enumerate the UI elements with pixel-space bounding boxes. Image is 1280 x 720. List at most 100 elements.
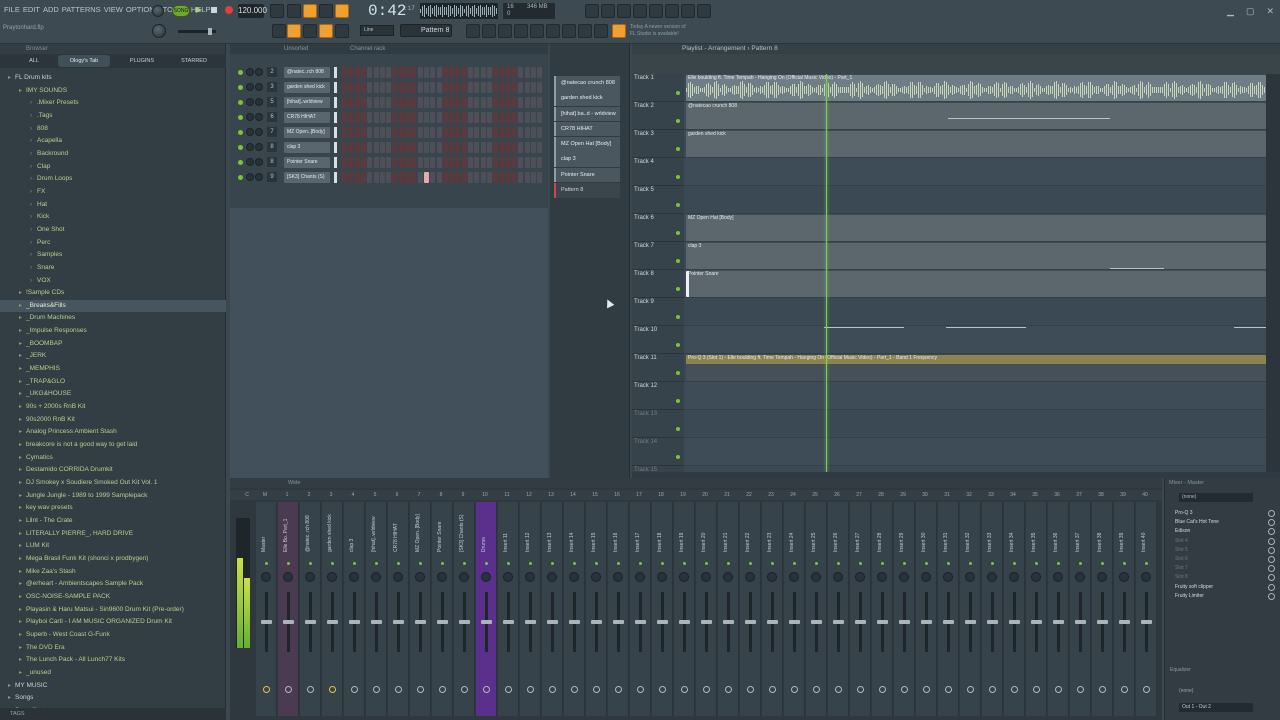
mixer-pan-knob[interactable] (283, 572, 293, 582)
mixer-strip[interactable]: Insert 39 (1114, 502, 1135, 716)
step-button[interactable] (512, 127, 518, 138)
mixer-strip[interactable]: Insert 14 (564, 502, 585, 716)
step-button[interactable] (455, 97, 461, 108)
clip-pattern-track-3[interactable]: garden shed kick (686, 131, 1266, 157)
step-button[interactable] (449, 142, 455, 153)
step-button[interactable] (379, 67, 385, 78)
chat-icon[interactable] (681, 4, 695, 18)
mixer-pan-knob[interactable] (1119, 572, 1129, 582)
panic-icon[interactable] (601, 4, 615, 18)
mixer-strip-led[interactable] (881, 562, 884, 565)
step-button[interactable] (423, 157, 429, 168)
step-button[interactable] (430, 127, 436, 138)
step-button[interactable] (360, 82, 366, 93)
step-button[interactable] (423, 97, 429, 108)
effect-slot-mix-knob[interactable] (1268, 574, 1275, 582)
browser-item[interactable]: ▸ _unused (0, 667, 226, 680)
mixer-strip[interactable]: garden shed kick (322, 502, 343, 716)
mixer-fader-cap[interactable] (943, 620, 954, 624)
step-button[interactable] (512, 67, 518, 78)
news-toggle-icon[interactable] (612, 24, 626, 38)
step-button[interactable] (405, 82, 410, 93)
mixer-pan-knob[interactable] (503, 572, 513, 582)
step-button[interactable] (411, 67, 417, 78)
step-button[interactable] (405, 127, 410, 138)
effect-slot[interactable]: Pro-Q 3 (1169, 509, 1275, 518)
step-button[interactable] (417, 82, 423, 93)
mixer-pan-knob[interactable] (1053, 572, 1063, 582)
mixer-pan-knob[interactable] (481, 572, 491, 582)
mixer-pan-knob[interactable] (943, 572, 953, 582)
step-button[interactable] (386, 67, 392, 78)
step-button[interactable] (486, 112, 492, 123)
channel-volume-knob[interactable] (255, 98, 263, 106)
browser-item[interactable]: ▸ DJ Smokey x Soudiere Smoked Out Kit Vol… (0, 477, 226, 490)
step-button[interactable] (537, 127, 543, 138)
step-button[interactable] (348, 82, 354, 93)
step-button[interactable] (537, 97, 543, 108)
channel-mute-led[interactable] (238, 70, 243, 75)
mixer-send-icon[interactable] (1033, 686, 1040, 693)
mixer-strip[interactable]: @natec..rch 808 (300, 502, 321, 716)
plugin-picker-icon[interactable] (546, 24, 560, 38)
step-button[interactable] (468, 157, 473, 168)
mixer-pan-knob[interactable] (459, 572, 469, 582)
step-button[interactable] (480, 112, 486, 123)
browser-item[interactable]: ▸ 90s2000 RnB Kit (0, 414, 226, 427)
browser-item[interactable]: › Samples (0, 249, 226, 262)
browser-item[interactable]: ▸ _Impulse Responses (0, 325, 226, 338)
step-button[interactable] (423, 127, 429, 138)
channel-pan-knob[interactable] (246, 128, 254, 136)
mixer-send-icon[interactable] (901, 686, 908, 693)
mixer-pan-knob[interactable] (437, 572, 447, 582)
browser-item[interactable]: ▸ !Sample CDs (0, 287, 226, 300)
mixer-pan-knob[interactable] (833, 572, 843, 582)
channel-mixer-track[interactable]: 3 (267, 82, 277, 92)
track-mute-led[interactable] (676, 315, 680, 319)
track-header[interactable]: Track 13 (632, 410, 684, 438)
mixer-fader-cap[interactable] (987, 620, 998, 624)
mixer-strip-led[interactable] (1035, 562, 1038, 565)
step-button[interactable] (512, 97, 518, 108)
step-button[interactable] (405, 97, 410, 108)
step-button[interactable] (537, 112, 543, 123)
pattern-item[interactable]: MZ Open Hat [Body] (554, 137, 620, 152)
mixer-send-icon[interactable] (857, 686, 864, 693)
mixer-strip[interactable]: Insert 17 (630, 502, 651, 716)
mixer-fader-cap[interactable] (679, 620, 690, 624)
step-button[interactable] (430, 112, 436, 123)
mixer-send-icon[interactable] (1011, 686, 1018, 693)
step-button[interactable] (455, 157, 461, 168)
mic-icon[interactable] (617, 4, 631, 18)
step-button[interactable] (442, 127, 448, 138)
mixer-strip[interactable]: Insert 38 (1092, 502, 1113, 716)
step-button[interactable] (512, 112, 518, 123)
step-button[interactable] (379, 112, 385, 123)
browser-tab-starred[interactable]: STARRED (170, 55, 218, 67)
step-button[interactable] (524, 142, 530, 153)
step-button[interactable] (442, 142, 448, 153)
mixer-strip-led[interactable] (507, 562, 510, 565)
menu-edit[interactable]: EDIT (23, 5, 40, 14)
browser-item[interactable]: ▸ _JERK (0, 350, 226, 363)
track-header[interactable]: Track 8 (632, 270, 684, 298)
step-button[interactable] (449, 127, 455, 138)
step-button[interactable] (455, 67, 461, 78)
mixer-strip[interactable]: Pointer Snare (432, 502, 453, 716)
browser-item[interactable]: ▸ IMY SOUNDS (0, 85, 226, 98)
mixer-fader-cap[interactable] (547, 620, 558, 624)
mixer-pan-knob[interactable] (855, 572, 865, 582)
browser-item[interactable]: ▸ Mega Brasil Funk Kit (shonci x prodbyge… (0, 553, 226, 566)
channel-mixer-track[interactable]: 6 (267, 112, 277, 122)
browser-item[interactable]: › .Tags (0, 110, 226, 123)
step-button[interactable] (442, 172, 448, 183)
step-button[interactable] (499, 82, 505, 93)
browser-item[interactable]: ▸ _MEMPHIS (0, 363, 226, 376)
step-button[interactable] (518, 112, 524, 123)
mixer-strip[interactable]: Insert 28 (872, 502, 893, 716)
pattern-item[interactable]: garden shed kick (554, 91, 620, 106)
step-button[interactable] (518, 142, 524, 153)
master-volume-knob[interactable] (152, 5, 164, 17)
channel-mute-led[interactable] (238, 160, 243, 165)
mixer-fader-cap[interactable] (855, 620, 866, 624)
